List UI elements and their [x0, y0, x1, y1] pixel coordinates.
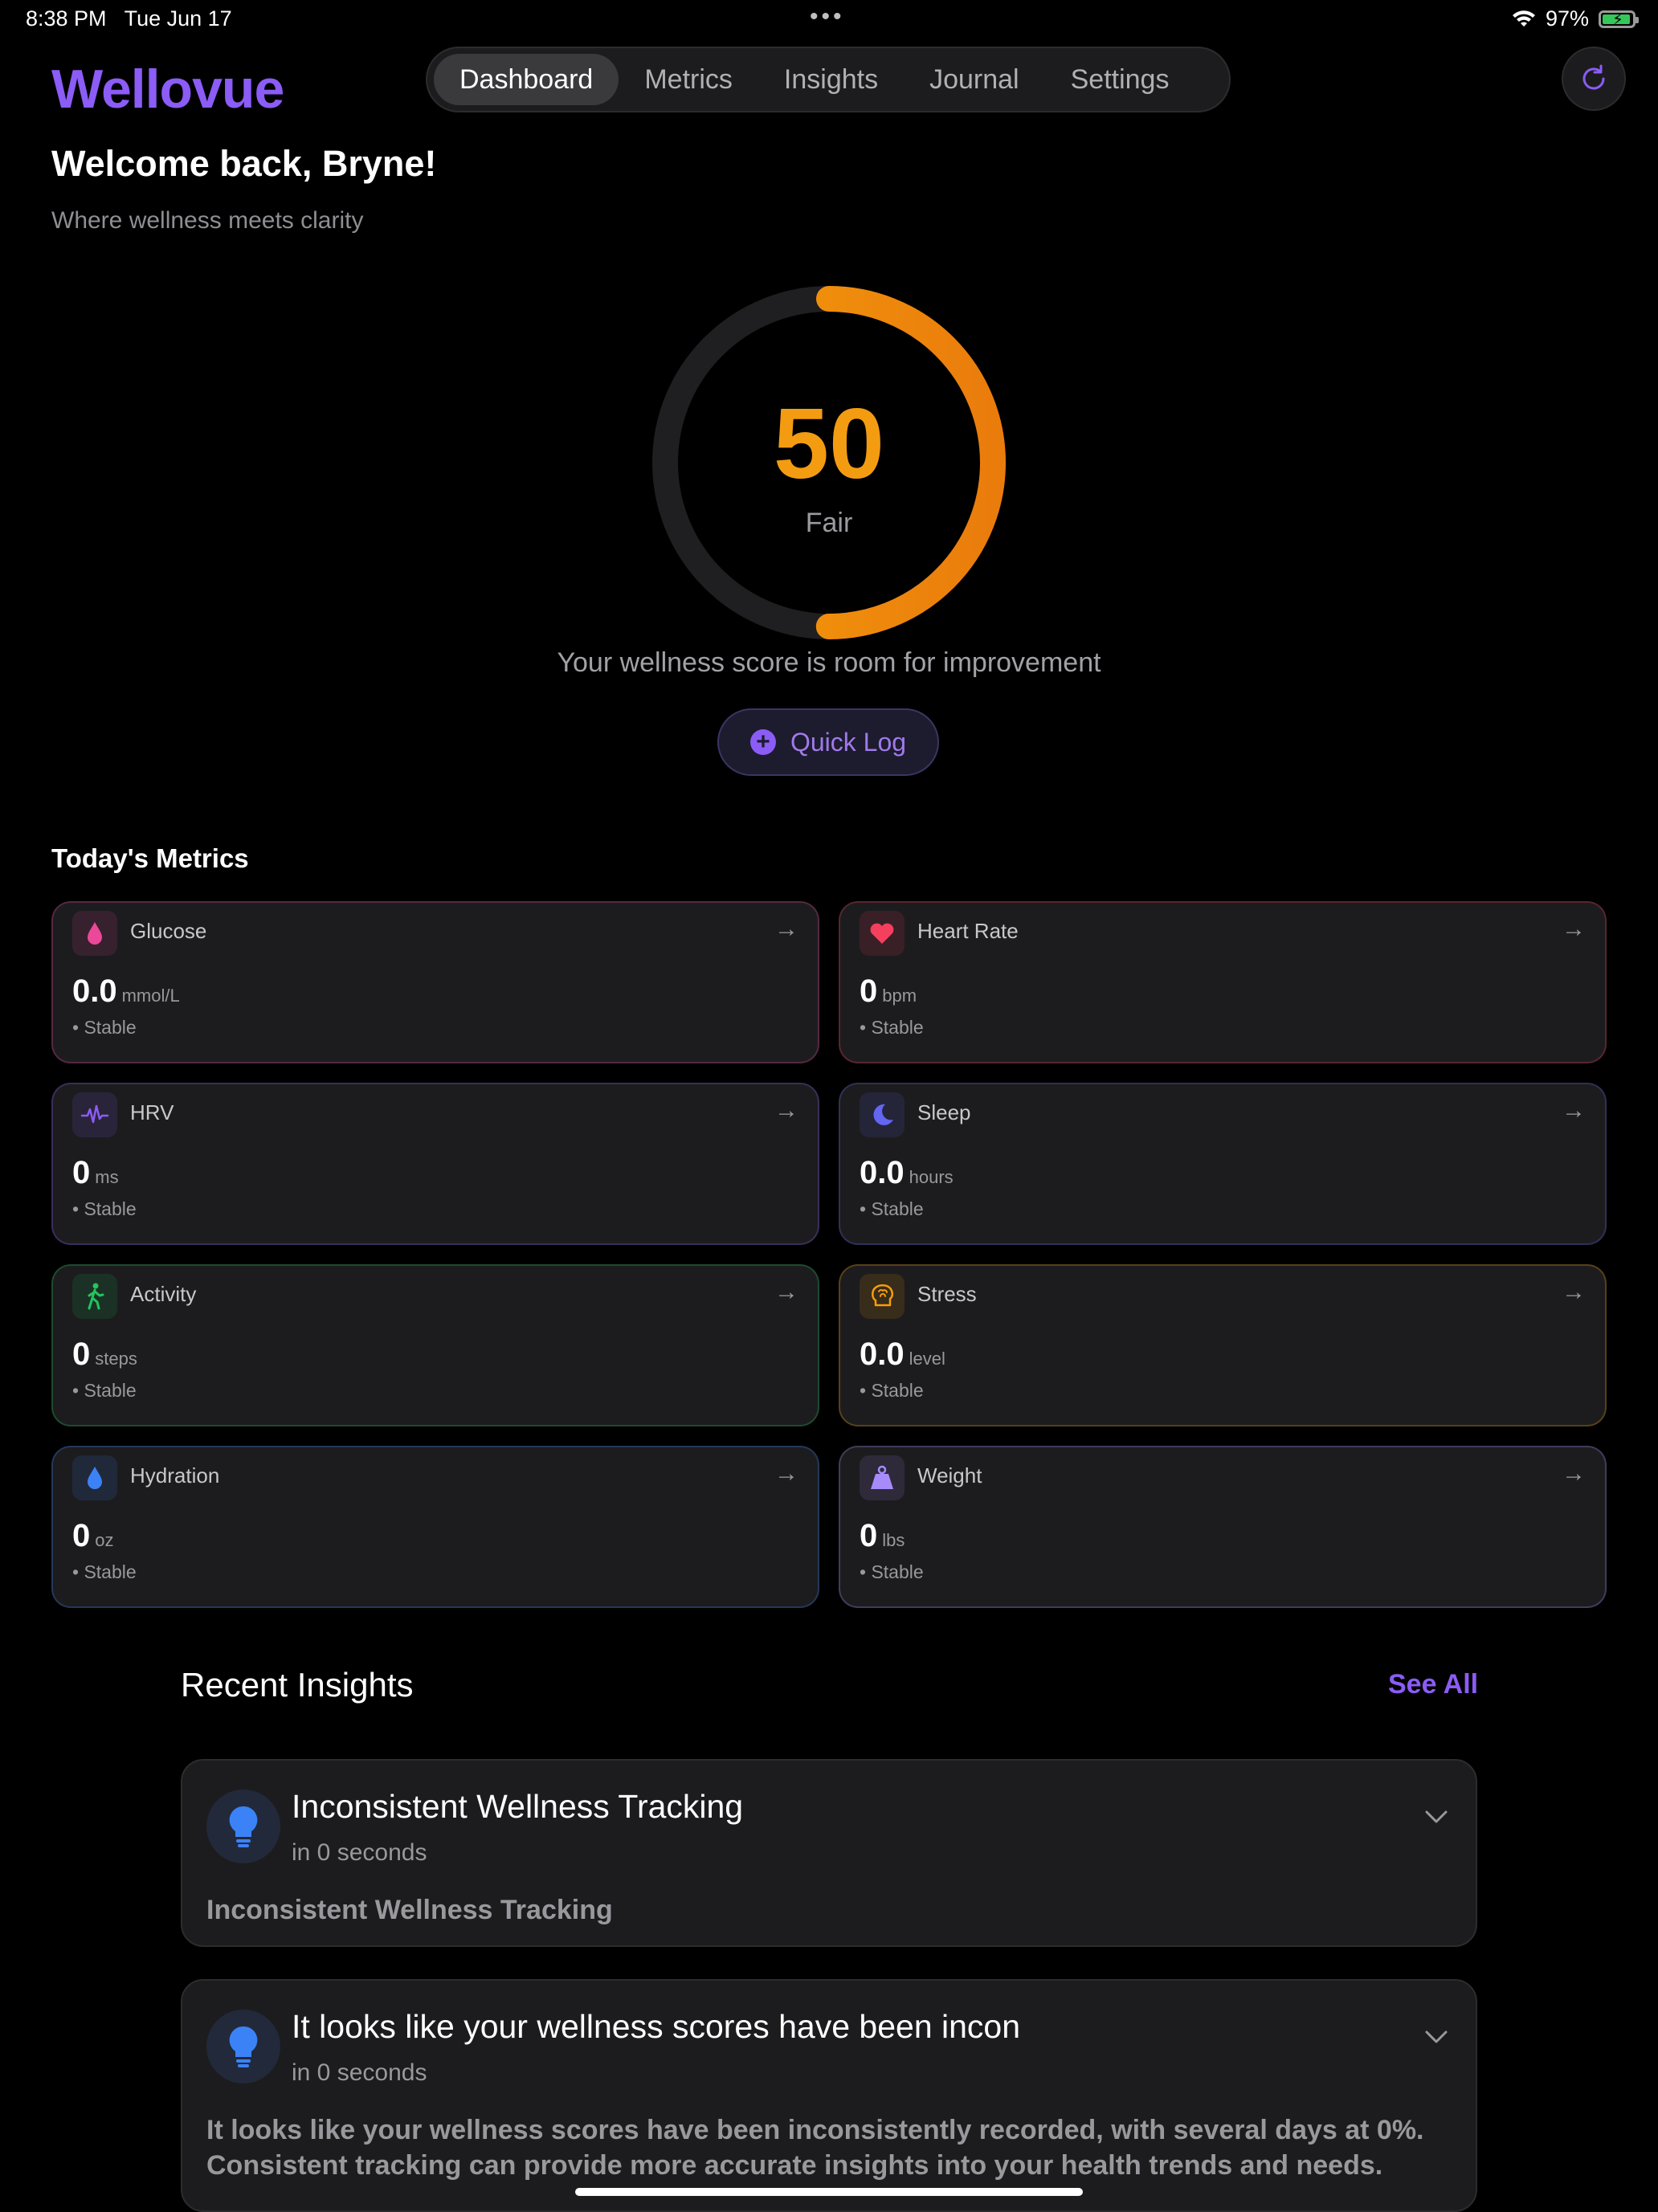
metric-trend: • Stable	[72, 1017, 137, 1038]
metric-card-heart-rate[interactable]: Heart Rate → 0 bpm • Stable	[839, 901, 1607, 1063]
metric-card-weight[interactable]: Weight → 0 lbs • Stable	[839, 1446, 1607, 1608]
metric-card-sleep[interactable]: Sleep → 0.0 hours • Stable	[839, 1083, 1607, 1245]
waveform-icon	[72, 1092, 117, 1137]
refresh-button[interactable]	[1562, 47, 1626, 111]
metric-unit: oz	[95, 1530, 114, 1550]
metric-unit: hours	[909, 1167, 954, 1187]
status-indicators: 97% ⚡	[1512, 6, 1639, 31]
arrow-right-icon[interactable]: →	[1562, 1460, 1586, 1488]
metric-trend: • Stable	[72, 1561, 137, 1582]
arrow-right-icon[interactable]: →	[774, 916, 798, 943]
score-value: 50	[774, 389, 884, 500]
walking-icon	[72, 1274, 117, 1319]
metric-card-glucose[interactable]: Glucose → 0.0 mmol/L • Stable	[51, 901, 819, 1063]
metric-trend: • Stable	[860, 1198, 924, 1219]
metric-value: 0 oz	[72, 1518, 114, 1553]
metric-name: HRV	[130, 1100, 174, 1124]
metric-name: Hydration	[130, 1463, 220, 1488]
arrow-right-icon[interactable]: →	[1562, 1097, 1586, 1124]
insight-time: in 0 seconds	[292, 2059, 427, 2086]
status-time: 8:38 PM Tue Jun 17	[26, 6, 232, 31]
lightbulb-icon	[206, 2010, 280, 2083]
home-indicator[interactable]	[575, 2188, 1083, 2196]
arrow-right-icon[interactable]: →	[774, 1460, 798, 1488]
metric-unit: steps	[95, 1349, 137, 1369]
insight-card[interactable]: It looks like your wellness scores have …	[181, 1979, 1477, 2212]
quick-log-label: Quick Log	[790, 727, 907, 757]
metric-name: Activity	[130, 1282, 197, 1306]
metric-name: Weight	[917, 1463, 982, 1488]
metric-card-hydration[interactable]: Hydration → 0 oz • Stable	[51, 1446, 819, 1608]
metric-name: Glucose	[130, 919, 207, 943]
metric-trend: • Stable	[860, 1380, 924, 1401]
metric-name: Heart Rate	[917, 919, 1019, 943]
quick-log-button[interactable]: + Quick Log	[717, 708, 939, 776]
insight-body: It looks like your wellness scores have …	[206, 2115, 1424, 2181]
refresh-icon	[1582, 64, 1605, 90]
tab-dashboard[interactable]: Dashboard	[434, 54, 619, 105]
lightbulb-icon	[206, 1790, 280, 1863]
insight-title: Inconsistent Wellness Tracking	[292, 1788, 744, 1825]
metric-unit: lbs	[882, 1530, 905, 1550]
metric-name: Sleep	[917, 1100, 971, 1124]
metric-unit: level	[909, 1349, 945, 1369]
metric-trend: • Stable	[860, 1561, 924, 1582]
moon-icon	[860, 1092, 905, 1137]
arrow-right-icon[interactable]: →	[774, 1097, 798, 1124]
metric-card-hrv[interactable]: HRV → 0 ms • Stable	[51, 1083, 819, 1245]
chevron-down-icon[interactable]	[1424, 2029, 1448, 2045]
metrics-section-title: Today's Metrics	[51, 843, 249, 873]
weight-icon	[860, 1455, 905, 1500]
drop-icon	[72, 911, 117, 956]
tab-settings[interactable]: Settings	[1045, 54, 1195, 105]
see-all-link[interactable]: See All	[1388, 1669, 1478, 1700]
arrow-right-icon[interactable]: →	[1562, 1279, 1586, 1306]
app-logo: Wellovue	[51, 59, 284, 120]
metric-unit: mmol/L	[121, 986, 180, 1006]
chevron-down-icon[interactable]	[1424, 1809, 1448, 1825]
tab-metrics[interactable]: Metrics	[619, 54, 758, 105]
metric-value: 0 ms	[72, 1155, 119, 1190]
metric-trend: • Stable	[860, 1017, 924, 1038]
insight-time: in 0 seconds	[292, 1839, 427, 1866]
metric-value: 0.0 hours	[860, 1155, 954, 1190]
main-nav: Dashboard Metrics Insights Journal Setti…	[426, 47, 1231, 112]
battery-percent: 97%	[1545, 6, 1589, 31]
metric-value: 0.0 mmol/L	[72, 973, 180, 1009]
arrow-right-icon[interactable]: →	[774, 1279, 798, 1306]
metric-unit: ms	[95, 1167, 119, 1187]
welcome-title: Welcome back, Bryne!	[51, 143, 437, 184]
metric-trend: • Stable	[72, 1380, 137, 1401]
tab-insights[interactable]: Insights	[758, 54, 904, 105]
insight-title: It looks like your wellness scores have …	[292, 2008, 1021, 2045]
multitasking-dots[interactable]: •••	[810, 3, 845, 31]
water-drop-icon	[72, 1455, 117, 1500]
metric-card-activity[interactable]: Activity → 0 steps • Stable	[51, 1264, 819, 1426]
insight-body: Inconsistent Wellness Tracking	[206, 1895, 613, 1925]
metric-name: Stress	[917, 1282, 977, 1306]
metric-value: 0.0 level	[860, 1337, 945, 1372]
brain-icon	[860, 1274, 905, 1319]
metric-value: 0 lbs	[860, 1518, 905, 1553]
tab-journal[interactable]: Journal	[904, 54, 1045, 105]
metric-trend: • Stable	[72, 1198, 137, 1219]
metric-unit: bpm	[882, 986, 917, 1006]
plus-circle-icon: +	[749, 729, 776, 755]
score-label: Fair	[805, 508, 853, 538]
arrow-right-icon[interactable]: →	[1562, 916, 1586, 943]
metric-card-stress[interactable]: Stress → 0.0 level • Stable	[839, 1264, 1607, 1426]
metric-value: 0 steps	[72, 1337, 137, 1372]
insights-section-title: Recent Insights	[181, 1666, 414, 1704]
battery-icon: ⚡	[1599, 10, 1639, 29]
insight-card[interactable]: Inconsistent Wellness Tracking in 0 seco…	[181, 1759, 1477, 1947]
tagline: Where wellness meets clarity	[51, 207, 364, 234]
heart-icon	[860, 911, 905, 956]
wifi-icon	[1512, 10, 1535, 27]
score-message: Your wellness score is room for improvem…	[557, 647, 1101, 678]
metric-value: 0 bpm	[860, 973, 917, 1009]
